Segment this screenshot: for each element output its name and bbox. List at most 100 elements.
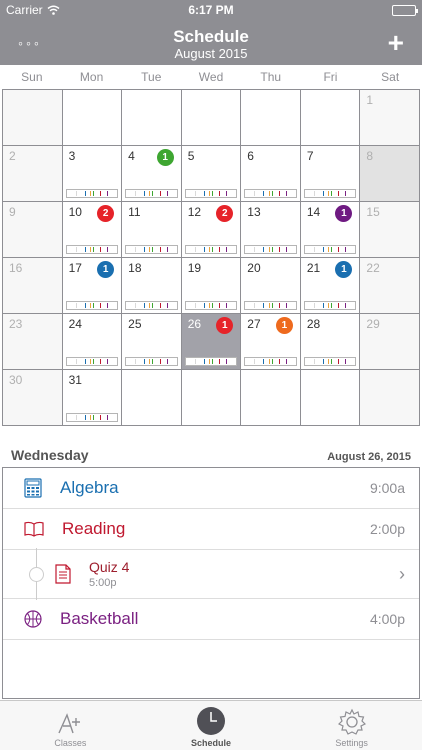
calendar-day-cell[interactable]: 5 (181, 146, 242, 202)
day-number: 20 (247, 261, 261, 275)
agenda-time: 4:00p (369, 611, 405, 627)
calendar-day-cell[interactable]: 13 (241, 202, 301, 258)
calendar-day-cell[interactable]: 30 (3, 370, 63, 426)
calendar-day-cell[interactable]: 12 2 (181, 202, 242, 258)
calendar-day-cell[interactable]: 19 (181, 258, 242, 314)
calendar-day-cell[interactable]: 25 (122, 314, 182, 370)
timeline-tick (226, 191, 228, 196)
timeline-tick (313, 359, 315, 364)
agenda-row-basketball[interactable]: Basketball 4:00p (3, 599, 419, 640)
calendar-day-cell[interactable] (300, 90, 361, 146)
nav-titles: Schedule August 2015 (0, 28, 422, 62)
schedule-timeline-bar (65, 413, 119, 422)
schedule-timeline-bar (125, 301, 178, 310)
day-number: 22 (366, 261, 380, 275)
calendar-day-cell[interactable]: 3 (62, 146, 123, 202)
calendar-day-cell[interactable]: 9 (3, 202, 63, 258)
timeline-tick (212, 303, 213, 308)
calendar-day-cell[interactable]: 14 1 (300, 202, 361, 258)
calendar-day-cell[interactable]: 29 (360, 314, 420, 370)
tab-settings[interactable]: Settings (281, 701, 422, 750)
calendar-day-cell[interactable]: 7 (300, 146, 361, 202)
timeline-tick (99, 303, 101, 308)
event-count-badge: 1 (97, 261, 115, 278)
timeline-tick (323, 191, 325, 196)
chevron-right-icon[interactable]: › (399, 564, 405, 585)
calendar-day-cell[interactable] (181, 90, 242, 146)
calendar-day-cell[interactable]: 8 (360, 146, 420, 202)
calendar-day-cell[interactable]: 16 (3, 258, 63, 314)
calendar-day-cell[interactable]: 18 (122, 258, 182, 314)
calendar-day-cell[interactable] (3, 90, 63, 146)
calendar-day-cell[interactable]: 22 (360, 258, 420, 314)
day-number: 3 (68, 149, 76, 163)
timeline-tick (144, 303, 146, 308)
calendar-day-cell[interactable]: 11 (122, 202, 182, 258)
timeline-tick (99, 415, 101, 420)
timeline-tick (278, 247, 280, 252)
day-number: 11 (128, 205, 141, 219)
timeline-tick (107, 303, 109, 308)
calendar-day-cell[interactable]: 41 (122, 146, 182, 202)
timeline-tick (194, 359, 196, 364)
timeline-tick (345, 303, 347, 308)
timeline-tick (254, 247, 256, 252)
timeline-tick (135, 359, 137, 364)
calendar-day-cell[interactable]: 21 1 (300, 258, 361, 314)
menu-button[interactable]: ◦◦◦ (18, 35, 42, 51)
timeline-tick (99, 191, 101, 196)
calendar-day-cell[interactable] (181, 370, 242, 426)
timeline-tick (212, 191, 213, 196)
timeline-tick (152, 359, 154, 364)
calendar-day-cell[interactable] (241, 370, 301, 426)
timeline-tick (278, 359, 280, 364)
agenda-list: Algebra 9:00a Reading 2:00p Quiz 4 5:00p… (2, 467, 420, 699)
timeline-tick (226, 359, 228, 364)
day-number: 21 (306, 261, 321, 275)
day-number: 24 (68, 317, 82, 331)
calendar-day-cell[interactable]: 24 (62, 314, 123, 370)
calendar-day-cell[interactable]: 31 (62, 370, 123, 426)
schedule-timeline-bar (184, 245, 238, 254)
calendar-day-cell[interactable] (300, 370, 361, 426)
calendar-day-cell[interactable]: 28 (300, 314, 361, 370)
add-button[interactable]: + (388, 28, 404, 57)
calendar-day-cell[interactable]: 20 (241, 258, 301, 314)
timeline-tick (135, 247, 137, 252)
calendar-day-cell[interactable]: 6 (241, 146, 301, 202)
timeline-tick (159, 303, 161, 308)
schedule-timeline-bar (184, 357, 238, 366)
calendar-day-cell[interactable]: 15 (360, 202, 420, 258)
agenda-label: Reading (62, 519, 126, 538)
calendar-day-cell[interactable] (122, 370, 182, 426)
tab-classes[interactable]: Classes (0, 701, 141, 750)
calendar-day-cell[interactable]: 26 1 (181, 314, 242, 370)
day-number: 26 (187, 317, 202, 331)
calendar-day-cell[interactable]: 17 1 (62, 258, 123, 314)
agenda-row-reading[interactable]: Reading 2:00p (3, 509, 419, 550)
status-time: 6:17 PM (188, 3, 234, 17)
timeline-tick (144, 191, 146, 196)
weekday-header: Sun Mon Tue Wed Thu Fri Sat (0, 65, 422, 89)
timeline-tick (107, 359, 109, 364)
event-count-badge: 1 (156, 149, 174, 166)
timeline-tick (203, 191, 205, 196)
calendar-day-cell[interactable]: 10 2 (62, 202, 123, 258)
timeline-tick (328, 247, 330, 252)
calendar-day-cell[interactable] (122, 90, 182, 146)
calendar-day-cell[interactable] (62, 90, 123, 146)
calendar-day-cell[interactable] (241, 90, 301, 146)
day-number: 10 (68, 205, 82, 219)
timeline-tick (268, 247, 270, 252)
calendar-day-cell[interactable]: 2 (3, 146, 63, 202)
calendar-day-cell[interactable]: 23 (3, 314, 63, 370)
agenda-row-quiz[interactable]: Quiz 4 5:00p › (3, 548, 419, 600)
timeline-tick (89, 415, 91, 420)
timeline-tick (194, 191, 196, 196)
calendar-day-cell[interactable]: 27 1 (241, 314, 301, 370)
timeline-tick (345, 247, 347, 252)
calendar-day-cell[interactable]: 1 (360, 90, 420, 146)
calendar-day-cell[interactable] (360, 370, 420, 426)
agenda-row-algebra[interactable]: Algebra 9:00a (3, 468, 419, 509)
tab-schedule[interactable]: Schedule (141, 701, 282, 750)
